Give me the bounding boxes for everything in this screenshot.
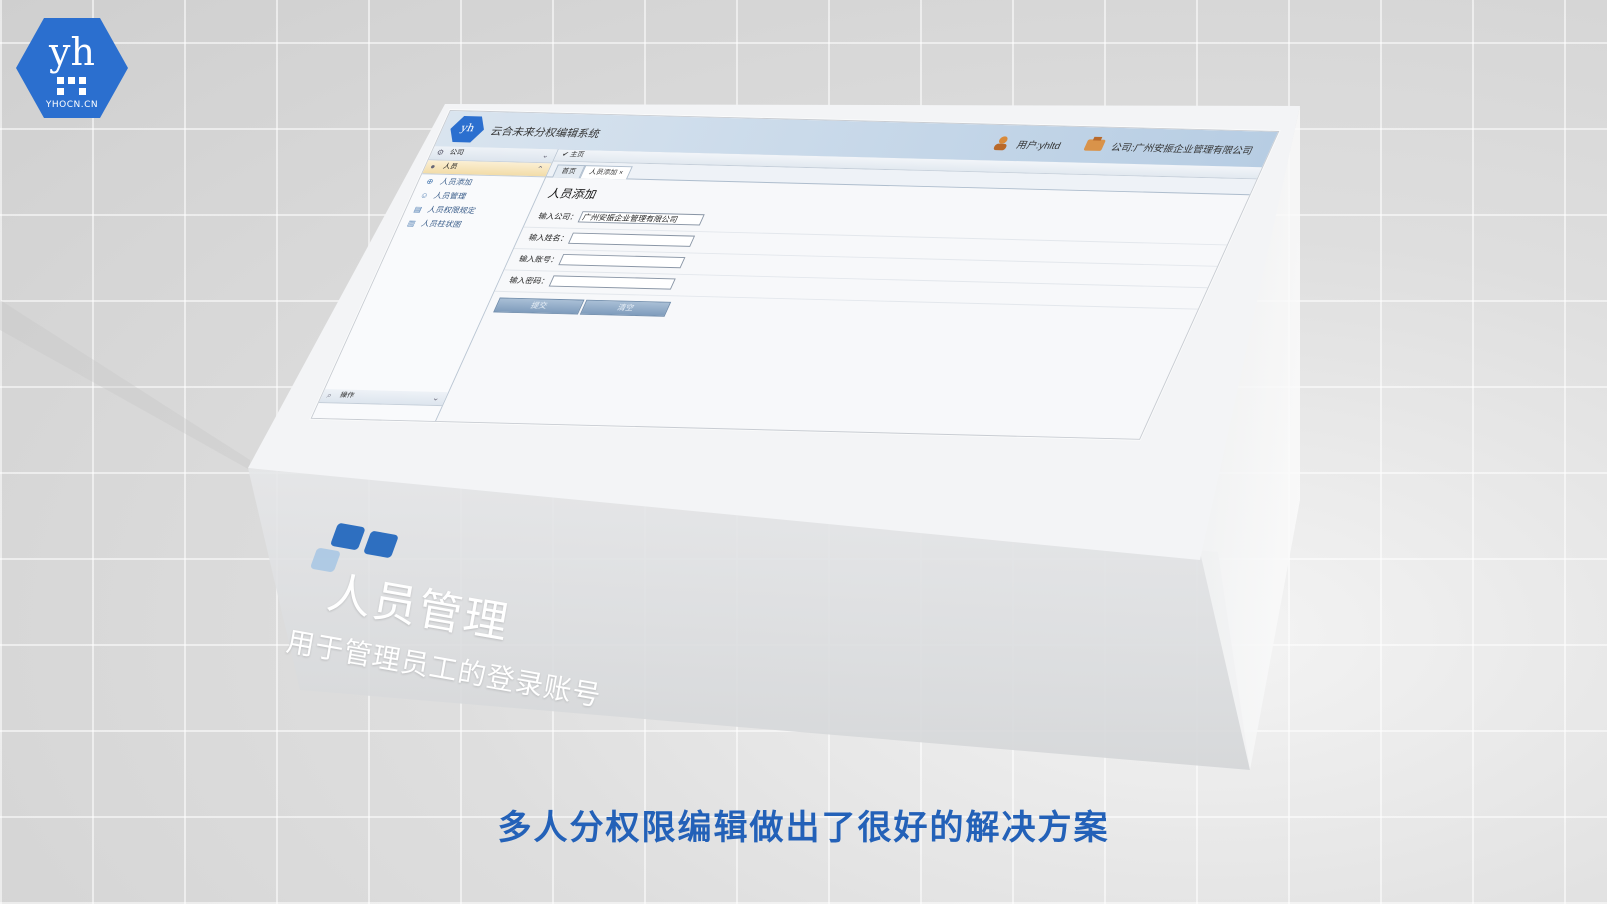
tab-add-person[interactable]: 人员添加 × xyxy=(579,165,633,180)
building-icon xyxy=(57,77,86,95)
field-label: 输入账号： xyxy=(517,254,561,265)
name-field[interactable] xyxy=(567,232,696,247)
user-label: 用户:yhltd xyxy=(1014,140,1063,152)
password-field[interactable] xyxy=(548,275,676,290)
logo-site: YHOCN.CN xyxy=(45,100,99,110)
logo-mark: yh xyxy=(49,30,95,74)
close-icon[interactable]: × xyxy=(617,170,624,177)
panel-company-label: 公司 xyxy=(448,149,465,157)
book-icon: ▤ xyxy=(412,205,424,214)
app-logo-icon: yh xyxy=(450,116,484,143)
company-icon xyxy=(1083,136,1106,151)
sidebar-item-label: 人员柱状图 xyxy=(419,219,463,229)
add-circle-icon: ⊕ xyxy=(424,177,436,186)
user-icon xyxy=(993,136,1008,151)
field-label: 输入姓名： xyxy=(526,233,571,243)
decor-square xyxy=(363,530,399,559)
panel-people-label: 人员 xyxy=(441,163,459,171)
account-field[interactable] xyxy=(558,253,686,269)
sidebar-item-label: 人员添加 xyxy=(438,177,474,187)
bar-chart-icon: ▥ xyxy=(405,219,418,228)
sidebar-item-label: 人员管理 xyxy=(432,191,468,201)
decor-square xyxy=(329,522,366,551)
panel-operations[interactable]: ⌕ 操作 ⌄ xyxy=(318,389,449,407)
sidebar-item-label: 人员权限规定 xyxy=(426,205,478,216)
panel-operations-label: 操作 xyxy=(338,392,356,400)
app-title: 云合未来分权编辑系统 xyxy=(488,126,602,141)
field-label: 输入公司： xyxy=(536,212,580,222)
sidebar-item-bar-chart[interactable]: ▥ 人员柱状图 xyxy=(397,216,526,233)
field-label: 输入密码： xyxy=(507,276,551,286)
video-subtitle: 多人分权限编辑做出了很好的解决方案 xyxy=(497,808,1110,848)
main-content: ✔ 主页 首页 人员添加 × 人员添加 输入公司： 广州安振企业管理有限公司 输… xyxy=(436,149,1263,438)
app-window: yh 云合未来分权编辑系统 用户:yhltd 公司:广州安振企业管理有限公司 ⚙… xyxy=(310,110,1280,440)
chevron-down-icon: ⌄ xyxy=(540,150,551,160)
person-icon: ● xyxy=(428,162,438,171)
chevron-down-icon: ⌄ xyxy=(430,393,442,403)
chevron-up-icon: ⌃ xyxy=(534,164,545,174)
tab-label: 首页 xyxy=(560,168,577,176)
company-label: 公司:广州安振企业管理有限公司 xyxy=(1109,142,1255,157)
tab-label: 人员添加 xyxy=(587,169,619,177)
brand-logo: yh YHOCN.CN xyxy=(16,16,128,120)
gear-icon: ⚙ xyxy=(434,148,446,157)
search-icon: ⌕ xyxy=(325,391,334,400)
clear-button[interactable]: 清空 xyxy=(579,299,672,317)
submit-button[interactable]: 提交 xyxy=(493,297,585,315)
users-icon: ☺ xyxy=(418,191,431,200)
breadcrumb-label: 主页 xyxy=(568,151,586,159)
company-field[interactable]: 广州安振企业管理有限公司 xyxy=(577,211,705,226)
